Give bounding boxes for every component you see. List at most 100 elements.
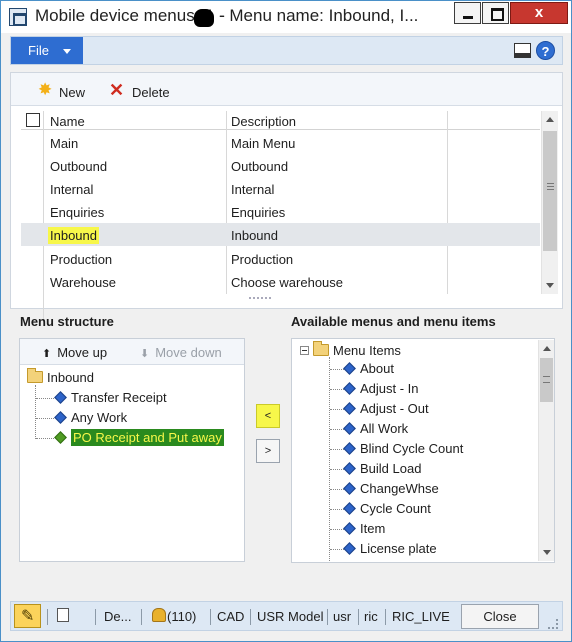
cell-name: Production: [50, 252, 113, 267]
layout-icon[interactable]: [514, 43, 531, 58]
cell-description: Inbound: [231, 228, 278, 243]
file-menu-button[interactable]: File: [11, 37, 83, 64]
cell-description: Outbound: [231, 159, 289, 174]
available-scrollbar[interactable]: [538, 340, 554, 561]
divider: [95, 609, 96, 625]
scroll-down-icon[interactable]: [546, 283, 554, 288]
scroll-thumb[interactable]: [543, 131, 557, 251]
bell-icon[interactable]: [150, 607, 166, 623]
list-item[interactable]: Cycle Count: [343, 501, 431, 516]
divider: [358, 609, 359, 625]
available-menus-title: Available menus and menu items: [291, 314, 496, 329]
cell-name: Outbound: [50, 159, 108, 174]
tree-root[interactable]: Inbound: [27, 368, 94, 385]
window: Mobile device menus (1 - - Menu name: In…: [0, 0, 572, 642]
collapse-icon[interactable]: [300, 346, 309, 355]
menu-item-icon: [343, 502, 356, 515]
cell-description: Enquiries: [231, 205, 286, 220]
model-status[interactable]: USR Model: [257, 609, 323, 624]
table-row[interactable]: Enquiries Enquiries: [21, 200, 540, 223]
list-item-label: Item: [360, 521, 386, 536]
table-row[interactable]: Warehouse Choose warehouse: [21, 270, 540, 293]
maximize-button[interactable]: [482, 2, 509, 24]
menu-item-icon: [54, 391, 67, 404]
window-title-rest: - Menu name: Inbound, I...: [219, 6, 419, 25]
help-icon[interactable]: ?: [536, 41, 555, 60]
tree-line: [35, 385, 36, 439]
list-item-label: Build Load: [360, 461, 422, 476]
notification-count[interactable]: (110): [167, 609, 196, 624]
column-header-description[interactable]: Description: [231, 114, 296, 129]
tree-line: [36, 418, 54, 419]
list-item-label: License plate: [360, 541, 437, 556]
move-up-button[interactable]: ⬆ Move up: [42, 345, 107, 360]
list-item[interactable]: Adjust - In: [343, 381, 419, 396]
table-row[interactable]: Production Production: [21, 247, 540, 270]
new-label: New: [59, 85, 86, 100]
tree-item[interactable]: Any Work: [54, 410, 127, 425]
cell-name: Internal: [50, 182, 94, 197]
scroll-up-icon[interactable]: [543, 346, 551, 351]
scroll-thumb[interactable]: [540, 358, 553, 402]
cell-name: Enquiries: [50, 205, 105, 220]
grid-header: Name Description: [21, 111, 540, 130]
company-status[interactable]: ric: [364, 609, 378, 624]
tree-item[interactable]: Transfer Receipt: [54, 390, 167, 405]
arrow-up-icon: ⬆: [42, 348, 52, 360]
grid-scrollbar[interactable]: [541, 111, 558, 294]
divider: [210, 609, 211, 625]
menu-item-icon: [343, 402, 356, 415]
menu-structure-panel: ⬆ Move up ⬇ Move down Inbound Transfer Rec…: [19, 338, 245, 562]
folder-icon: [313, 341, 329, 356]
list-item[interactable]: License plate: [343, 541, 437, 556]
close-window-button[interactable]: x: [510, 2, 568, 24]
scroll-down-icon[interactable]: [543, 550, 551, 555]
column-header-name[interactable]: Name: [50, 114, 85, 129]
list-item[interactable]: All Work: [343, 421, 408, 436]
menu-item-icon: [343, 542, 356, 555]
user-status[interactable]: usr: [333, 609, 351, 624]
chevron-down-icon: [63, 49, 71, 54]
menu-item-icon: [343, 382, 356, 395]
table-row[interactable]: Internal Internal: [21, 177, 540, 200]
menu-structure-toolbar: ⬆ Move up ⬇ Move down: [20, 339, 244, 365]
scroll-up-icon[interactable]: [546, 117, 554, 122]
list-item[interactable]: Item: [343, 521, 385, 536]
select-all-checkbox[interactable]: [26, 113, 40, 127]
currency-status[interactable]: CAD: [217, 609, 244, 624]
remove-from-menu-button[interactable]: >: [256, 439, 280, 463]
menu-item-icon: [54, 431, 67, 444]
list-item[interactable]: Blind Cycle Count: [343, 441, 463, 456]
table-row[interactable]: Main Main Menu: [21, 131, 540, 154]
divider: [327, 609, 328, 625]
table-row[interactable]: Outbound Outbound: [21, 154, 540, 177]
resize-grip-icon[interactable]: [548, 619, 558, 629]
list-item-label: All Work: [360, 421, 409, 436]
minimize-button[interactable]: [454, 2, 481, 24]
arrow-down-icon: ⬇: [140, 348, 150, 360]
document-icon[interactable]: [57, 608, 69, 622]
list-item[interactable]: Build Load: [343, 461, 421, 476]
add-to-menu-button[interactable]: <: [256, 404, 280, 428]
edit-mode-icon[interactable]: [14, 604, 41, 628]
list-item[interactable]: About: [343, 361, 394, 376]
divider: [250, 609, 251, 625]
move-up-label: Move up: [57, 345, 108, 360]
tree-root[interactable]: Menu Items: [300, 341, 401, 358]
move-down-button[interactable]: ⬇ Move down: [140, 345, 222, 360]
table-row-selected[interactable]: Inbound Inbound: [21, 223, 540, 246]
menu-item-icon: [343, 462, 356, 475]
menus-grid-panel: New ✕ Delete Name Description Main Main …: [10, 72, 563, 321]
tree-item-selected[interactable]: PO Receipt and Put away: [54, 429, 224, 446]
close-button[interactable]: Close: [461, 604, 539, 629]
list-item[interactable]: ChangeWhse: [343, 481, 439, 496]
grip-icon: [547, 183, 554, 190]
grip-icon: [543, 376, 550, 383]
document-handling-status[interactable]: De...: [104, 609, 131, 624]
menu-item-icon: [343, 362, 356, 375]
environment-status[interactable]: RIC_LIVE: [392, 609, 450, 624]
pane-splitter[interactable]: [249, 297, 271, 301]
list-item[interactable]: Adjust - Out: [343, 401, 429, 416]
grid-toolbar: New ✕ Delete: [11, 73, 562, 106]
cell-description: Choose warehouse: [231, 275, 344, 290]
